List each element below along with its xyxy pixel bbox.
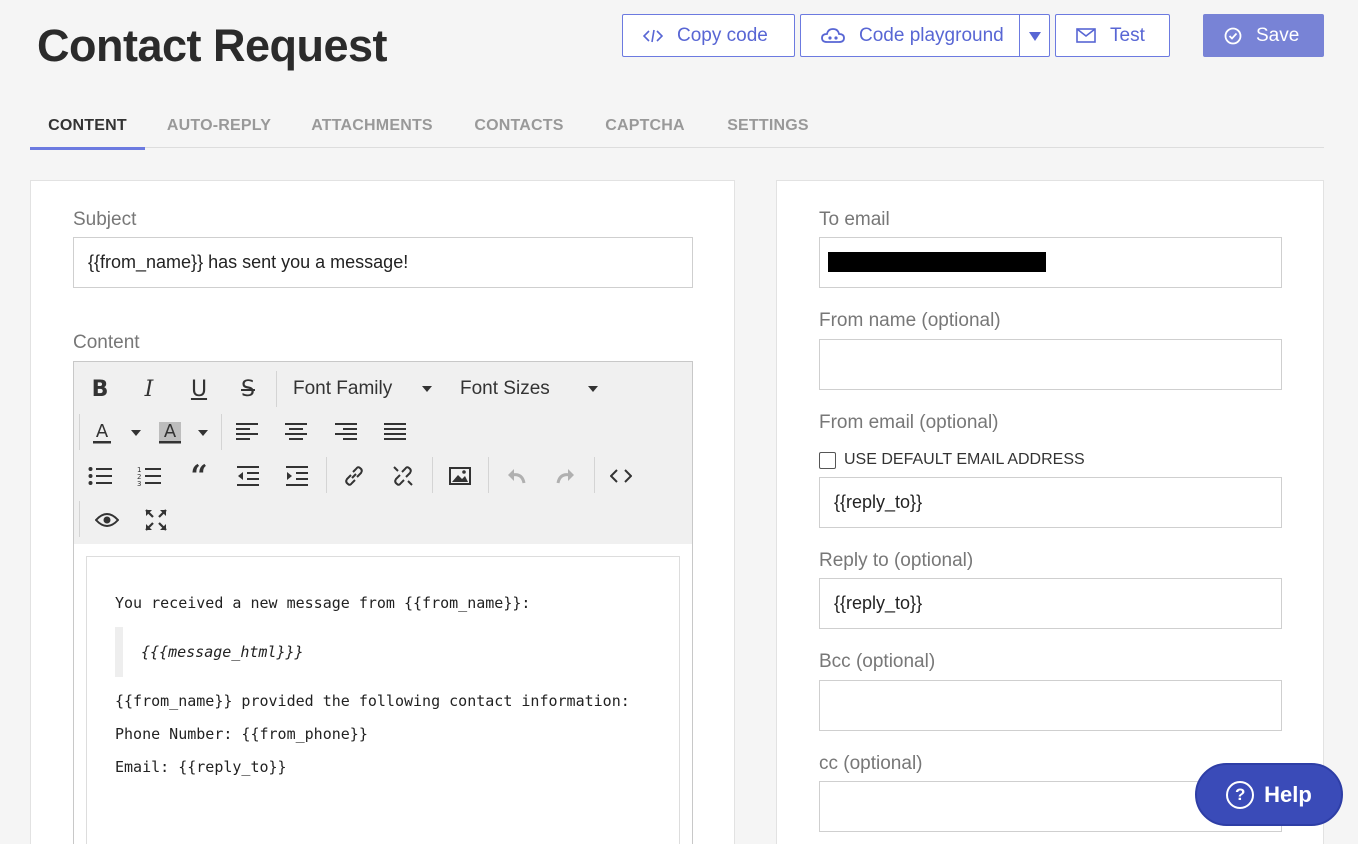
tab-content[interactable]: CONTENT xyxy=(30,104,145,150)
svg-text:3: 3 xyxy=(137,480,141,487)
code-playground-label: Code playground xyxy=(859,24,1004,46)
from-email-input[interactable]: {{reply_to}} xyxy=(819,477,1282,528)
copy-code-button[interactable]: Copy code xyxy=(622,14,795,57)
bcc-input[interactable] xyxy=(819,680,1282,731)
tab-bar: CONTENT AUTO-REPLY ATTACHMENTS CONTACTS … xyxy=(30,104,1324,150)
subject-input[interactable]: {{from_name}} has sent you a message! xyxy=(73,237,693,288)
content-label: Content xyxy=(73,332,140,353)
mail-icon xyxy=(1076,28,1096,43)
content-panel: Subject {{from_name}} has sent you a mes… xyxy=(30,180,735,844)
caret-down-icon[interactable] xyxy=(198,430,208,436)
fullscreen-icon[interactable] xyxy=(138,503,174,537)
align-right-icon[interactable] xyxy=(328,415,364,449)
to-email-input[interactable] xyxy=(819,237,1282,288)
preview-eye-icon[interactable] xyxy=(89,503,125,537)
settings-panel: To email From name (optional) From email… xyxy=(776,180,1324,844)
align-center-icon[interactable] xyxy=(278,415,314,449)
font-sizes-dropdown[interactable]: Font Sizes xyxy=(460,378,598,400)
tab-captcha[interactable]: CAPTCHA xyxy=(596,104,694,148)
test-label: Test xyxy=(1110,24,1145,46)
font-family-label: Font Family xyxy=(293,378,393,399)
highlight-color-icon[interactable]: A xyxy=(156,416,184,450)
editor-line: Phone Number: {{from_phone}} xyxy=(115,725,368,743)
redo-icon[interactable] xyxy=(548,459,584,493)
font-sizes-label: Font Sizes xyxy=(460,378,550,399)
tab-contacts[interactable]: CONTACTS xyxy=(464,104,574,148)
editor-area: You received a new message from {{from_n… xyxy=(73,544,693,844)
check-circle-icon xyxy=(1224,27,1242,45)
bold-icon[interactable]: B xyxy=(82,372,118,406)
cc-label: cc (optional) xyxy=(819,753,923,774)
font-family-dropdown[interactable]: Font Family xyxy=(293,378,433,400)
reply-to-input[interactable]: {{reply_to}} xyxy=(819,578,1282,629)
undo-icon[interactable] xyxy=(498,459,534,493)
editor-line: Email: {{reply_to}} xyxy=(115,758,287,776)
caret-down-icon xyxy=(422,386,433,392)
tab-auto-reply[interactable]: AUTO-REPLY xyxy=(158,104,280,148)
bcc-label: Bcc (optional) xyxy=(819,651,936,672)
from-name-label: From name (optional) xyxy=(819,310,1001,331)
strikethrough-icon[interactable]: S xyxy=(230,372,266,406)
outdent-icon[interactable] xyxy=(230,459,266,493)
save-button[interactable]: Save xyxy=(1203,14,1324,57)
caret-down-icon[interactable] xyxy=(131,430,141,436)
align-justify-icon[interactable] xyxy=(377,415,413,449)
subject-label: Subject xyxy=(73,209,137,230)
page-title: Contact Request xyxy=(37,20,388,71)
cloud-icon xyxy=(821,27,845,44)
help-label: Help xyxy=(1264,781,1312,807)
indent-icon[interactable] xyxy=(279,459,315,493)
use-default-email-label: USE DEFAULT EMAIL ADDRESS xyxy=(844,451,1085,468)
from-email-label: From email (optional) xyxy=(819,412,999,433)
svg-text:A: A xyxy=(164,421,177,442)
reply-to-label: Reply to (optional) xyxy=(819,550,974,571)
underline-icon[interactable]: U xyxy=(181,372,217,406)
use-default-email-checkbox[interactable] xyxy=(819,451,836,469)
image-icon[interactable] xyxy=(442,459,478,493)
blockquote-icon[interactable]: “ xyxy=(181,459,217,494)
tab-attachments[interactable]: ATTACHMENTS xyxy=(302,104,442,148)
playground-dropdown-toggle[interactable] xyxy=(1019,15,1049,56)
editor-toolbar: B I U S Font Family Font Sizes A A 1 2 3… xyxy=(73,361,693,545)
numbered-list-icon[interactable]: 123 xyxy=(131,459,167,493)
tab-settings[interactable]: SETTINGS xyxy=(716,104,820,148)
save-label: Save xyxy=(1256,24,1300,46)
editor-body[interactable]: You received a new message from {{from_n… xyxy=(86,556,680,844)
text-color-icon[interactable]: A xyxy=(88,416,116,450)
help-button[interactable]: ? Help xyxy=(1195,763,1343,826)
unlink-icon[interactable] xyxy=(385,459,421,493)
caret-down-icon xyxy=(587,386,598,392)
caret-down-icon xyxy=(1028,31,1041,41)
italic-icon[interactable]: I xyxy=(131,372,167,406)
to-email-label: To email xyxy=(819,209,890,230)
from-name-input[interactable] xyxy=(819,339,1282,390)
code-playground-button[interactable]: Code playground xyxy=(800,14,1050,57)
redacted-email xyxy=(828,252,1046,272)
source-code-icon[interactable] xyxy=(603,459,639,493)
editor-line: You received a new message from {{from_n… xyxy=(115,594,531,612)
editor-line: {{from_name}} provided the following con… xyxy=(115,692,630,710)
align-left-icon[interactable] xyxy=(229,415,265,449)
link-icon[interactable] xyxy=(336,459,372,493)
test-button[interactable]: Test xyxy=(1055,14,1170,57)
code-icon xyxy=(643,28,663,44)
bullet-list-icon[interactable] xyxy=(82,459,118,493)
svg-text:A: A xyxy=(96,421,109,442)
editor-blockquote: {{{message_html}}} xyxy=(115,627,415,677)
use-default-email-row[interactable]: USE DEFAULT EMAIL ADDRESS xyxy=(819,451,1085,469)
question-circle-icon: ? xyxy=(1226,780,1255,809)
copy-code-label: Copy code xyxy=(677,24,768,46)
